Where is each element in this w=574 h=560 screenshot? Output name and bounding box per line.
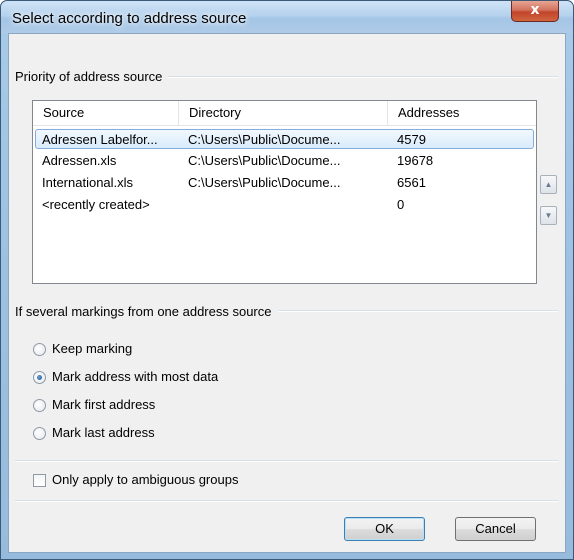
radio-label[interactable]: Mark last address [52,425,155,440]
ambiguous-groups-label[interactable]: Only apply to ambiguous groups [52,472,238,487]
list-row[interactable]: <recently created> 0 [35,195,534,215]
dialog-window: Select according to address source x Pri… [0,0,574,560]
radio-button[interactable] [33,399,46,412]
row-directory: C:\Users\Public\Docume... [188,153,341,168]
close-button[interactable]: x [511,1,559,22]
divider [15,500,558,502]
list-header: Source Directory Addresses [33,101,536,126]
radio-label[interactable]: Keep marking [52,341,132,356]
row-source: Adressen.xls [42,153,117,168]
row-source: International.xls [42,175,134,190]
row-addresses: 19678 [397,153,434,168]
column-header-directory[interactable]: Directory [179,101,387,125]
row-addresses: 6561 [397,175,426,190]
column-header-source[interactable]: Source [33,101,178,125]
column-header-addresses[interactable]: Addresses [388,101,536,125]
ok-button[interactable]: OK [344,517,425,541]
radio-button[interactable] [33,371,46,384]
radio-label[interactable]: Mark address with most data [52,369,218,384]
radio-button[interactable] [33,427,46,440]
row-directory: C:\Users\Public\Docume... [188,132,341,147]
radio-label[interactable]: Mark first address [52,397,155,412]
marking-group-caption: If several markings from one address sou… [15,304,278,319]
row-source: <recently created> [42,197,150,212]
row-source: Adressen Labelfor... [42,132,158,147]
row-addresses: 0 [397,197,405,212]
move-down-button[interactable]: ▼ [540,206,557,225]
list-row[interactable]: Adressen Labelfor... C:\Users\Public\Doc… [35,129,534,149]
source-group-caption: Priority of address source [15,69,169,84]
row-directory: C:\Users\Public\Docume... [188,175,341,190]
cancel-button[interactable]: Cancel [455,517,536,541]
row-addresses: 4579 [397,132,426,147]
dialog-client-area: Priority of address source Source Direct… [8,33,566,553]
window-title: Select according to address source [12,10,247,27]
address-source-list[interactable]: Source Directory Addresses Adressen Labe… [32,100,537,284]
ambiguous-groups-checkbox[interactable] [33,474,46,487]
title-bar[interactable]: Select according to address source x [1,1,573,33]
radio-button[interactable] [33,343,46,356]
move-up-button[interactable]: ▲ [540,175,557,194]
divider [15,460,558,462]
list-row[interactable]: Adressen.xls C:\Users\Public\Docume... 1… [35,151,534,171]
list-row[interactable]: International.xls C:\Users\Public\Docume… [35,173,534,193]
